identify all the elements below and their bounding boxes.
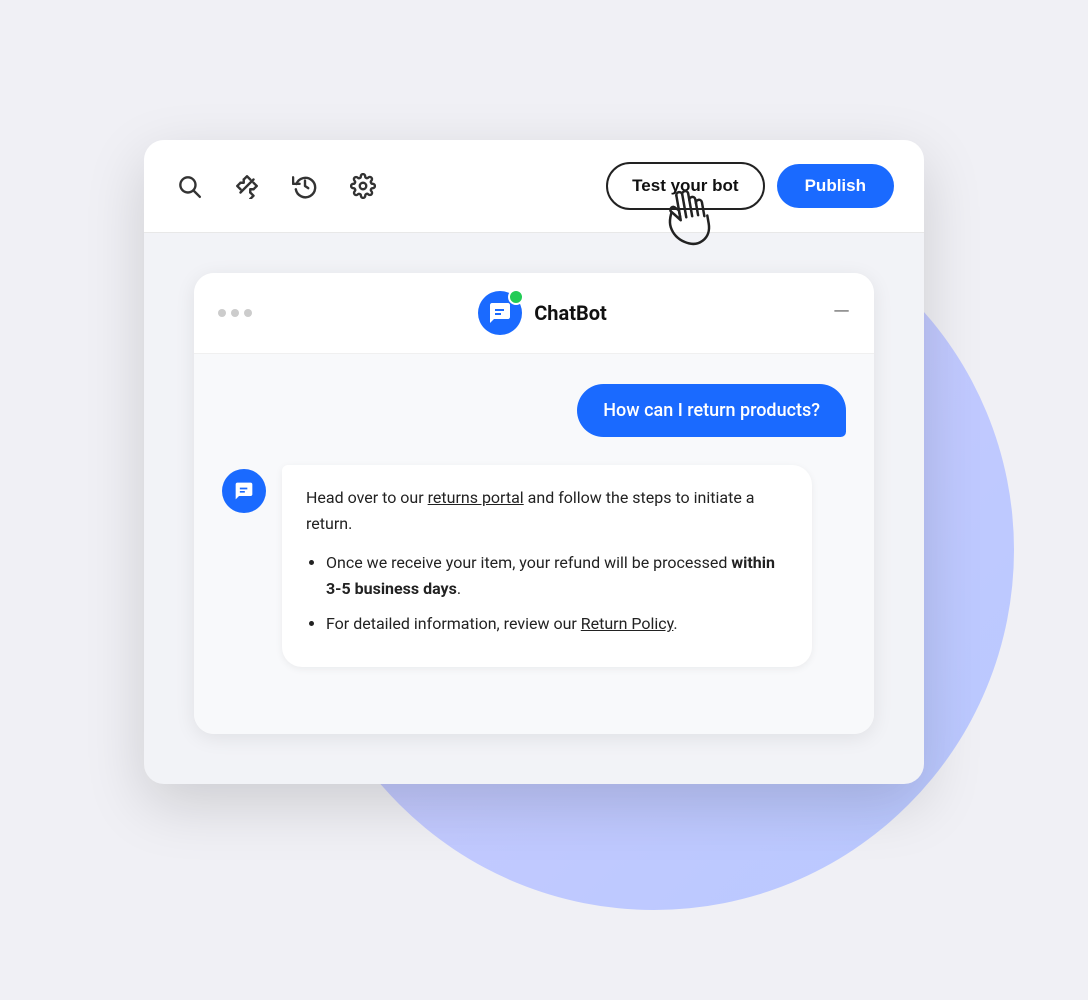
history-icon[interactable] <box>290 171 320 201</box>
toolbar: Test your bot Publish <box>144 140 924 233</box>
main-card: Test your bot Publish <box>144 140 924 784</box>
dot-3 <box>244 309 252 317</box>
user-bubble: How can I return products? <box>577 384 846 437</box>
chat-area: ChatBot — How can I return products? <box>144 233 924 784</box>
user-message: How can I return products? <box>222 384 846 437</box>
dot-2 <box>231 309 239 317</box>
scene: Test your bot Publish <box>94 60 994 940</box>
bot-avatar-icon <box>234 481 254 501</box>
chat-header-title: ChatBot <box>478 291 607 335</box>
chat-body: How can I return products? Head over to … <box>194 354 874 734</box>
test-bot-button[interactable]: Test your bot <box>606 162 764 210</box>
bot-list-item-1: Once we receive your item, your refund w… <box>326 550 788 601</box>
bot-list: Once we receive your item, your refund w… <box>306 550 788 637</box>
toolbar-icons <box>174 171 378 201</box>
chat-header: ChatBot — <box>194 273 874 354</box>
dot-1 <box>218 309 226 317</box>
return-policy-link[interactable]: Return Policy <box>581 614 674 633</box>
bot-list-item-2: For detailed information, review our Ret… <box>326 611 788 637</box>
chatbot-name: ChatBot <box>534 301 607 325</box>
plugin-icon[interactable] <box>232 171 262 201</box>
publish-button[interactable]: Publish <box>777 164 894 208</box>
chat-header-dots <box>218 309 252 317</box>
chat-window: ChatBot — How can I return products? <box>194 273 874 734</box>
toolbar-actions: Test your bot Publish <box>606 162 894 210</box>
bot-intro-text: Head over to our returns portal and foll… <box>306 485 788 536</box>
bot-bubble: Head over to our returns portal and foll… <box>282 465 812 667</box>
chatbot-avatar <box>478 291 522 335</box>
returns-portal-link[interactable]: returns portal <box>428 488 524 507</box>
bot-avatar-small <box>222 469 266 513</box>
minimize-button[interactable]: — <box>833 302 850 324</box>
settings-icon[interactable] <box>348 171 378 201</box>
chatbot-avatar-icon <box>488 301 512 325</box>
bot-message: Head over to our returns portal and foll… <box>222 465 846 667</box>
search-icon[interactable] <box>174 171 204 201</box>
